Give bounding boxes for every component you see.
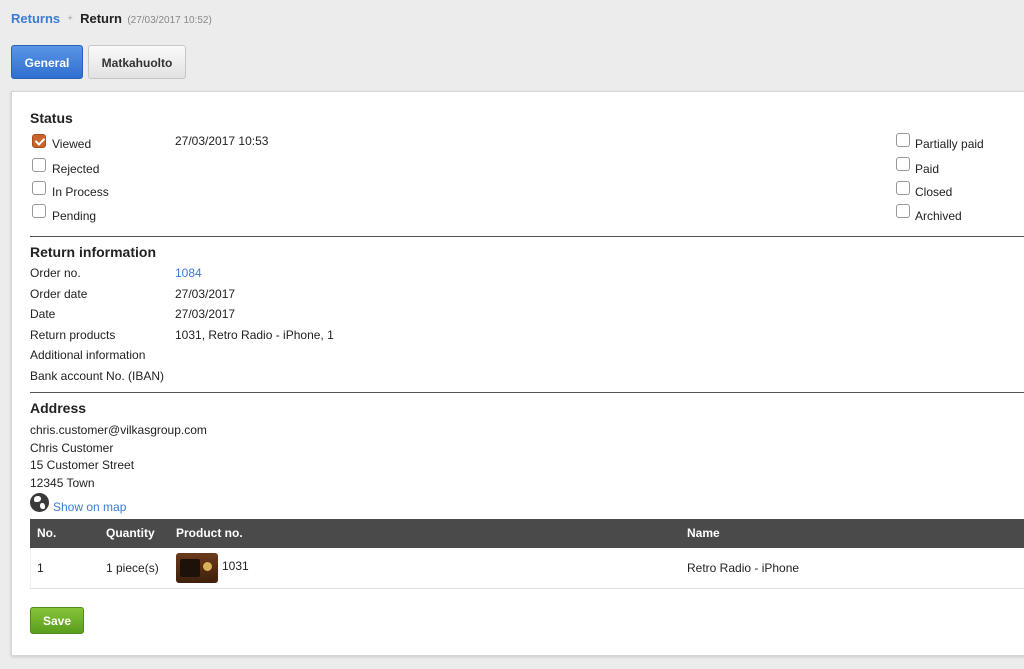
checkbox-paid[interactable] [896, 157, 910, 171]
address-title: Address [30, 400, 87, 416]
column-header-name: Name [687, 526, 720, 540]
save-button[interactable]: Save [30, 607, 84, 634]
checkbox-paid-label: Paid [915, 162, 940, 176]
tab-general[interactable]: General [11, 45, 83, 79]
show-on-map-link[interactable]: Show on map [53, 500, 126, 514]
return-products-label: Return products [30, 328, 116, 342]
page-title: Return [80, 11, 122, 26]
checkbox-pending[interactable] [32, 204, 46, 218]
row-quantity: 1 piece(s) [106, 561, 159, 575]
checkbox-pending-label: Pending [52, 209, 97, 223]
globe-icon[interactable] [30, 493, 49, 512]
checkbox-closed[interactable] [896, 181, 910, 195]
breadcrumb: Returns + Return (27/03/2017 10:52) [11, 11, 212, 26]
return-panel: Status Viewed 27/03/2017 10:53 Rejected … [11, 91, 1024, 656]
address-name: Chris Customer [30, 441, 114, 455]
return-products-value: 1031, Retro Radio - iPhone, 1 [175, 328, 334, 342]
table-row: 1 1 piece(s) 1031 Retro Radio - iPhone [30, 548, 1024, 589]
checkbox-rejected-label: Rejected [52, 162, 100, 176]
address-street: 15 Customer Street [30, 458, 135, 472]
status-title: Status [30, 110, 73, 126]
divider [30, 236, 1024, 237]
checkbox-in-process-label: In Process [52, 185, 109, 199]
column-header-no: No. [37, 526, 57, 540]
address-town: 12345 Town [30, 476, 95, 490]
order-no-label: Order no. [30, 266, 81, 280]
row-product-name: Retro Radio - iPhone [687, 561, 800, 575]
order-date-label: Order date [30, 287, 88, 301]
additional-info-label: Additional information [30, 348, 146, 362]
table-header: No. Quantity Product no. Name [30, 519, 1024, 548]
checkbox-archived-label: Archived [915, 209, 962, 223]
checkbox-archived[interactable] [896, 204, 910, 218]
checkbox-partially-paid[interactable] [896, 133, 910, 147]
checkbox-viewed[interactable] [32, 134, 46, 148]
iban-label: Bank account No. (IBAN) [30, 369, 165, 383]
date-label: Date [30, 307, 56, 321]
product-thumbnail[interactable] [176, 553, 218, 583]
order-date-value: 27/03/2017 [175, 287, 236, 301]
product-no-link[interactable]: 1031 [222, 546, 249, 587]
date-value: 27/03/2017 [175, 307, 236, 321]
order-no-link[interactable]: 1084 [175, 266, 202, 280]
column-header-quantity: Quantity [106, 526, 155, 540]
breadcrumb-separator: + [67, 13, 73, 23]
return-info-title: Return information [30, 244, 156, 260]
address-email: chris.customer@vilkasgroup.com [30, 423, 207, 437]
checkbox-partially-paid-label: Partially paid [915, 137, 984, 151]
viewed-timestamp: 27/03/2017 10:53 [175, 134, 269, 148]
checkbox-closed-label: Closed [915, 185, 953, 199]
breadcrumb-returns-link[interactable]: Returns [11, 11, 60, 26]
tab-matkahuolto[interactable]: Matkahuolto [88, 45, 186, 79]
divider [30, 392, 1024, 393]
checkbox-viewed-label: Viewed [52, 137, 92, 151]
page-timestamp: (27/03/2017 10:52) [127, 15, 212, 26]
row-no: 1 [37, 561, 44, 575]
checkbox-in-process[interactable] [32, 181, 46, 195]
checkbox-rejected[interactable] [32, 158, 46, 172]
column-header-product-no: Product no. [176, 526, 243, 540]
